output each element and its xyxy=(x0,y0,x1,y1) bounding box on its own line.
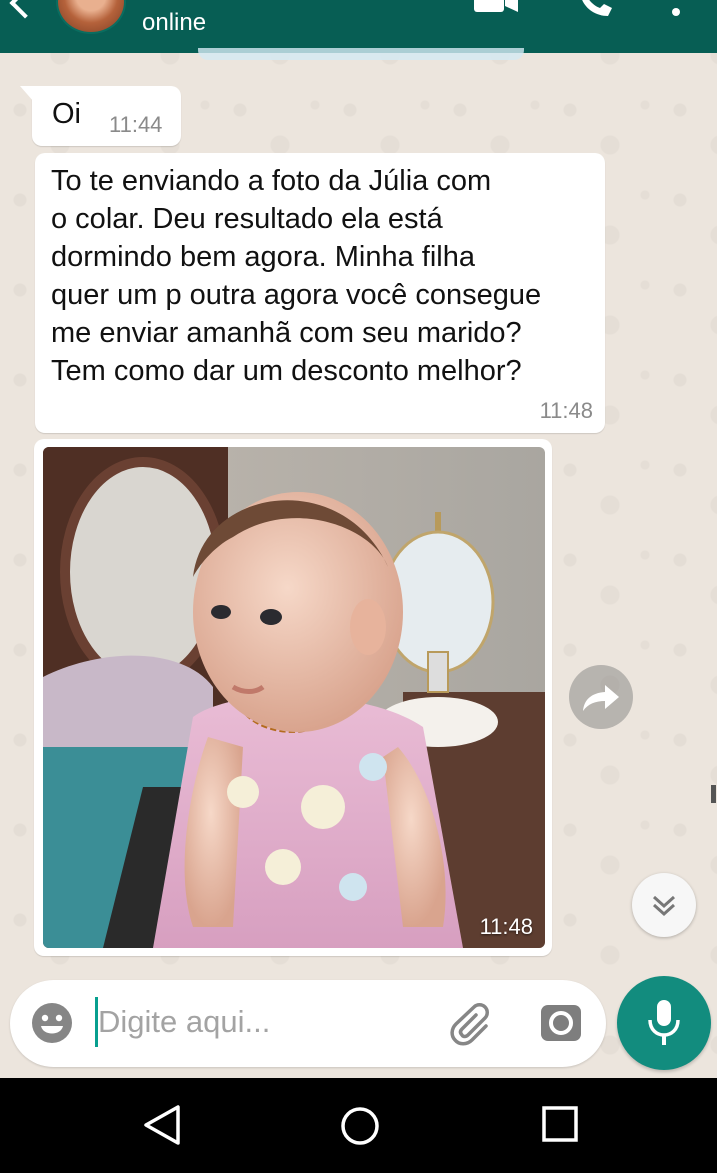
nav-recents-icon[interactable] xyxy=(540,1104,580,1144)
double-chevron-down-icon xyxy=(652,895,676,917)
contact-avatar[interactable] xyxy=(56,0,126,34)
date-chip xyxy=(198,48,524,60)
chat-header: online xyxy=(0,0,717,53)
forward-button[interactable] xyxy=(569,665,633,729)
paperclip-icon[interactable] xyxy=(450,1002,496,1048)
forward-arrow-icon xyxy=(583,685,619,711)
voice-call-icon[interactable] xyxy=(578,0,612,16)
message-text: Oi xyxy=(52,98,81,130)
camera-icon[interactable] xyxy=(540,1002,582,1044)
message-time: 11:48 xyxy=(539,398,593,423)
message-time: 11:44 xyxy=(109,112,163,137)
image-message-bubble[interactable]: 11:48 xyxy=(34,439,552,956)
scroll-indicator xyxy=(711,785,716,803)
voice-record-button[interactable] xyxy=(617,976,711,1070)
microphone-icon xyxy=(648,1000,680,1045)
scroll-to-bottom-button[interactable] xyxy=(632,873,696,937)
contact-status: online xyxy=(142,9,207,36)
message-input[interactable] xyxy=(98,1004,418,1040)
emoji-icon[interactable] xyxy=(30,1001,74,1045)
message-text: To te enviando a foto da Júlia com o col… xyxy=(51,165,542,387)
bubble-tail xyxy=(20,86,34,102)
message-time: 11:48 xyxy=(479,914,533,939)
shared-photo[interactable] xyxy=(43,447,545,948)
back-arrow-icon[interactable] xyxy=(9,0,41,19)
message-bubble[interactable]: To te enviando a foto da Júlia com o col… xyxy=(35,153,605,433)
nav-back-icon[interactable] xyxy=(140,1103,184,1147)
more-options-icon[interactable] xyxy=(670,0,682,16)
message-composer xyxy=(10,980,606,1067)
nav-home-icon[interactable] xyxy=(338,1104,382,1148)
message-bubble[interactable]: Oi 11:44 xyxy=(20,86,181,146)
video-call-icon[interactable] xyxy=(474,0,518,12)
